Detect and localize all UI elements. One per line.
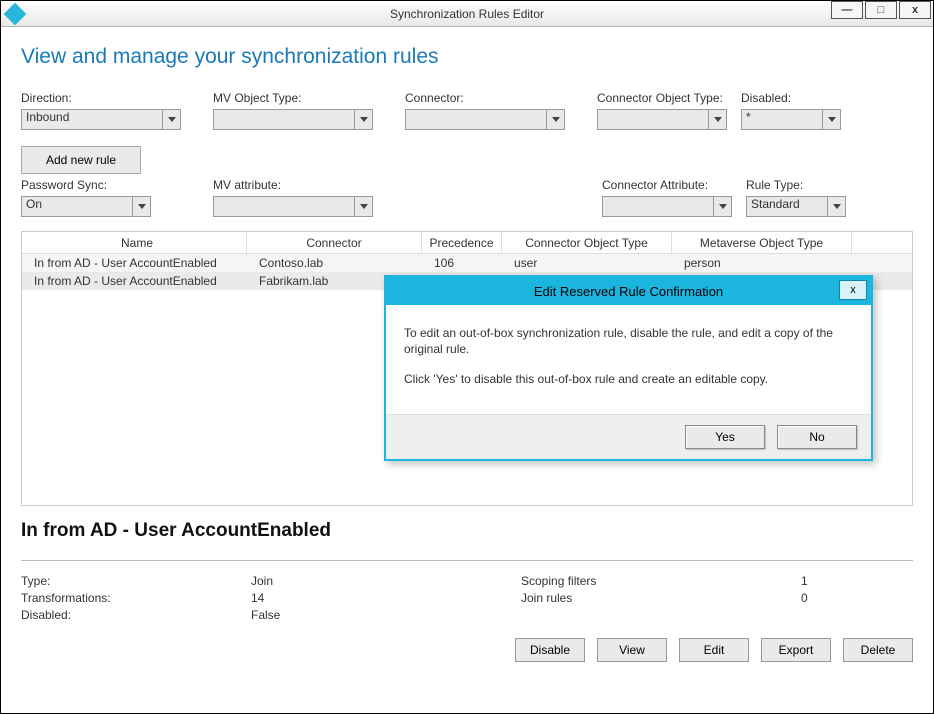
minimize-button[interactable]: — bbox=[831, 1, 863, 19]
mv-object-type-select[interactable] bbox=[213, 109, 373, 130]
disable-button[interactable]: Disable bbox=[515, 638, 585, 662]
join-rules-value: 0 bbox=[801, 590, 881, 607]
window-controls: — □ x bbox=[829, 1, 931, 19]
rule-type-label: Rule Type: bbox=[746, 178, 846, 192]
window-titlebar: Synchronization Rules Editor — □ x bbox=[1, 1, 933, 27]
dialog-text-2: Click 'Yes' to disable this out-of-box r… bbox=[404, 371, 853, 387]
rule-type-select[interactable]: Standard bbox=[746, 196, 846, 217]
connector-attribute-select[interactable] bbox=[602, 196, 732, 217]
col-name[interactable]: Name bbox=[22, 232, 247, 253]
dialog-body: To edit an out-of-box synchronization ru… bbox=[386, 305, 871, 414]
direction-select[interactable]: Inbound bbox=[21, 109, 181, 130]
mv-object-type-label: MV Object Type: bbox=[213, 91, 373, 105]
chevron-down-icon bbox=[162, 110, 180, 129]
col-connector[interactable]: Connector bbox=[247, 232, 422, 253]
page-title: View and manage your synchronization rul… bbox=[21, 45, 913, 69]
col-connector-object-type[interactable]: Connector Object Type bbox=[502, 232, 672, 253]
join-rules-label: Join rules bbox=[521, 590, 801, 607]
mv-attribute-select[interactable] bbox=[213, 196, 373, 217]
selected-rule-title: In from AD - User AccountEnabled bbox=[21, 520, 913, 542]
table-header: Name Connector Precedence Connector Obje… bbox=[22, 232, 912, 254]
mv-attribute-label: MV attribute: bbox=[213, 178, 373, 192]
confirmation-dialog: Edit Reserved Rule Confirmation x To edi… bbox=[384, 275, 873, 461]
type-label: Type: bbox=[21, 573, 251, 590]
chevron-down-icon bbox=[354, 110, 372, 129]
app-icon bbox=[4, 2, 27, 25]
password-sync-select[interactable]: On bbox=[21, 196, 151, 217]
maximize-button[interactable]: □ bbox=[865, 1, 897, 19]
password-sync-label: Password Sync: bbox=[21, 178, 161, 192]
type-value: Join bbox=[251, 573, 521, 590]
chevron-down-icon bbox=[132, 197, 150, 216]
chevron-down-icon bbox=[822, 110, 840, 129]
divider bbox=[21, 560, 913, 561]
chevron-down-icon bbox=[708, 110, 726, 129]
window-title: Synchronization Rules Editor bbox=[390, 7, 544, 21]
chevron-down-icon bbox=[713, 197, 731, 216]
connector-object-type-select[interactable] bbox=[597, 109, 727, 130]
table-row[interactable]: In from AD - User AccountEnabled Contoso… bbox=[22, 254, 912, 272]
view-button[interactable]: View bbox=[597, 638, 667, 662]
action-bar: Disable View Edit Export Delete bbox=[21, 638, 913, 662]
disabled-detail-label: Disabled: bbox=[21, 607, 251, 624]
disabled-select[interactable]: * bbox=[741, 109, 841, 130]
rule-details: Type: Transformations: Disabled: Join 14… bbox=[21, 573, 913, 624]
chevron-down-icon bbox=[354, 197, 372, 216]
yes-button[interactable]: Yes bbox=[685, 425, 765, 449]
scoping-filters-value: 1 bbox=[801, 573, 881, 590]
dialog-title: Edit Reserved Rule Confirmation bbox=[534, 284, 723, 299]
dialog-footer: Yes No bbox=[386, 414, 871, 459]
disabled-label: Disabled: bbox=[741, 91, 841, 105]
scoping-filters-label: Scoping filters bbox=[521, 573, 801, 590]
dialog-close-button[interactable]: x bbox=[839, 280, 867, 300]
dialog-text-1: To edit an out-of-box synchronization ru… bbox=[404, 325, 853, 357]
add-new-rule-button[interactable]: Add new rule bbox=[21, 146, 141, 174]
transformations-label: Transformations: bbox=[21, 590, 251, 607]
col-precedence[interactable]: Precedence bbox=[422, 232, 502, 253]
col-metaverse-object-type[interactable]: Metaverse Object Type bbox=[672, 232, 852, 253]
no-button[interactable]: No bbox=[777, 425, 857, 449]
disabled-detail-value: False bbox=[251, 607, 521, 624]
connector-object-type-label: Connector Object Type: bbox=[597, 91, 727, 105]
transformations-value: 14 bbox=[251, 590, 521, 607]
direction-label: Direction: bbox=[21, 91, 181, 105]
connector-select[interactable] bbox=[405, 109, 565, 130]
export-button[interactable]: Export bbox=[761, 638, 831, 662]
connector-attribute-label: Connector Attribute: bbox=[602, 178, 732, 192]
connector-label: Connector: bbox=[405, 91, 565, 105]
chevron-down-icon bbox=[827, 197, 845, 216]
close-button[interactable]: x bbox=[899, 1, 931, 19]
dialog-titlebar: Edit Reserved Rule Confirmation x bbox=[386, 277, 871, 305]
chevron-down-icon bbox=[546, 110, 564, 129]
delete-button[interactable]: Delete bbox=[843, 638, 913, 662]
edit-button[interactable]: Edit bbox=[679, 638, 749, 662]
